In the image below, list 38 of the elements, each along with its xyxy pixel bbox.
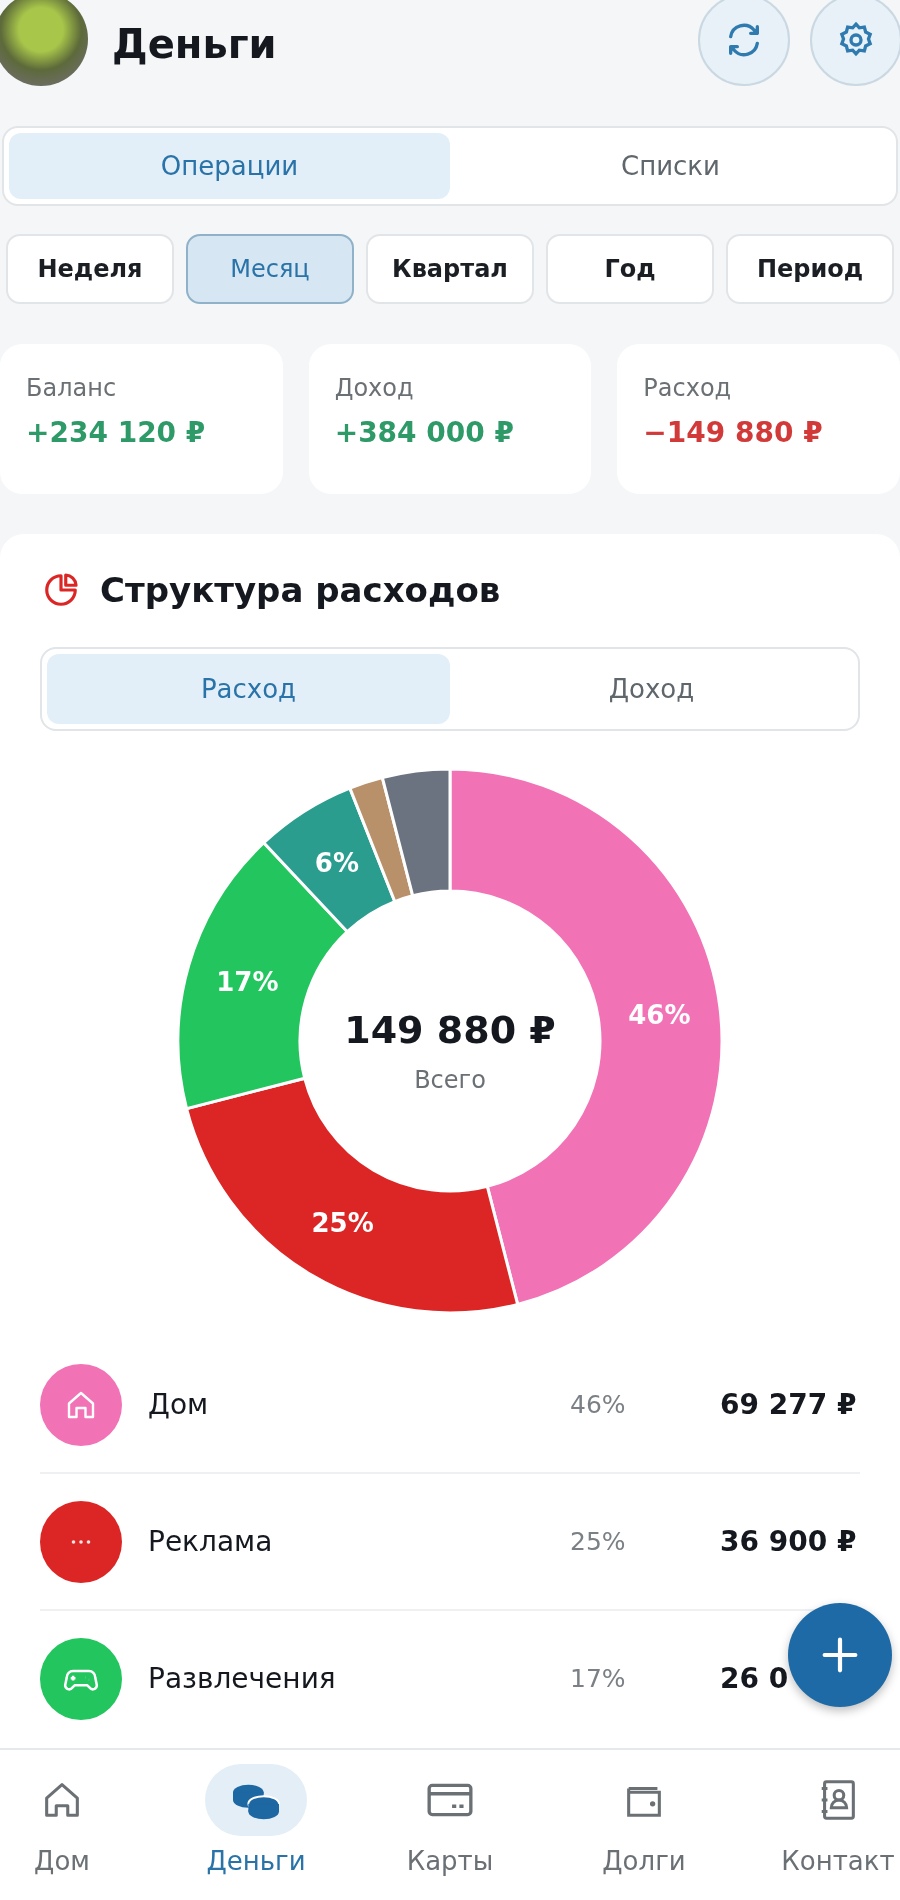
nav-tab[interactable]: Долги <box>582 1750 706 1900</box>
category-name: Развлечения <box>148 1662 337 1695</box>
category-amount: 36 900 ₽ <box>720 1525 858 1558</box>
period-chip[interactable]: Квартал <box>366 234 534 304</box>
pie-chart-icon <box>42 571 80 609</box>
page-title: Деньги <box>112 21 277 67</box>
summary-label: Расход <box>643 374 733 402</box>
category-percent: 46% <box>570 1390 627 1419</box>
period-chip[interactable]: Месяц <box>186 234 354 304</box>
section-tab[interactable]: Операции <box>9 133 450 199</box>
category-amount: 69 277 ₽ <box>720 1388 858 1421</box>
slice-label: 17% <box>216 967 279 998</box>
summary-value: +234 120 ₽ <box>26 416 207 449</box>
summary-label: Баланс <box>26 374 118 402</box>
card-title: Структура расходов <box>100 570 501 610</box>
type-tab[interactable]: Расход <box>47 654 450 724</box>
total-amount: 149 880 ₽ <box>344 1008 556 1052</box>
category-name: Дом <box>148 1388 210 1421</box>
summary-value: −149 880 ₽ <box>643 416 824 449</box>
type-tab[interactable]: Доход <box>450 654 853 724</box>
slice-label: 46% <box>628 999 691 1030</box>
nav-tab[interactable]: Карты <box>388 1750 512 1900</box>
period-chip[interactable]: Год <box>546 234 714 304</box>
nav-tab[interactable]: Дом <box>0 1750 124 1900</box>
category-percent: 17% <box>570 1664 627 1693</box>
category-amount: 26 0 <box>720 1662 790 1695</box>
period-chip[interactable]: Период <box>726 234 894 304</box>
category-name: Реклама <box>148 1525 274 1558</box>
slice-label: 6% <box>314 847 359 878</box>
category-percent: 25% <box>570 1527 627 1556</box>
nav-tab[interactable]: Деньги <box>194 1750 318 1900</box>
nav-tab[interactable]: Контакт <box>776 1750 900 1900</box>
total-label: Всего <box>414 1066 486 1094</box>
summary-value: +384 000 ₽ <box>334 416 515 449</box>
section-tab[interactable]: Списки <box>450 133 891 199</box>
slice-label: 25% <box>311 1207 374 1238</box>
period-chip[interactable]: Неделя <box>6 234 174 304</box>
summary-label: Доход <box>334 374 415 402</box>
